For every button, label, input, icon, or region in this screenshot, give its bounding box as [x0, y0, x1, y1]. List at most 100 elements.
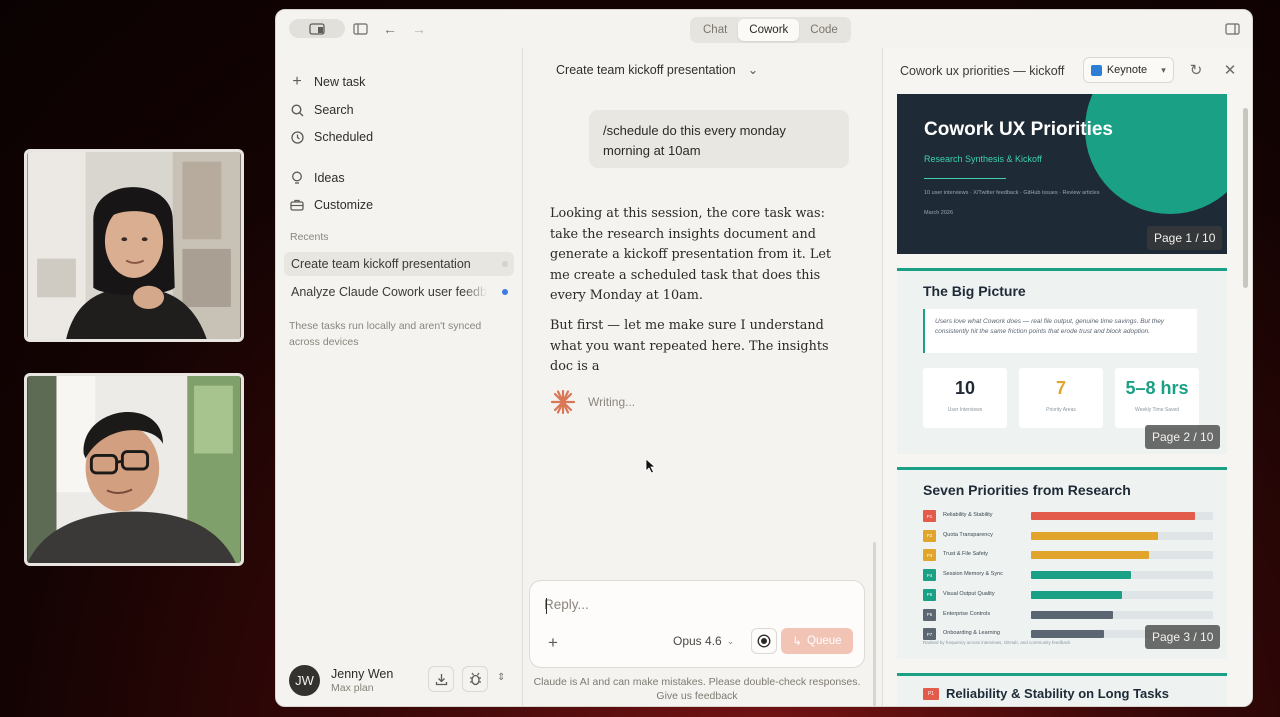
sidebar-toggle-button[interactable]: [351, 20, 369, 38]
debug-button[interactable]: [462, 666, 488, 692]
stat-label: Weekly Time Saved: [1134, 407, 1180, 413]
priority-row: P2 Quota Transparency: [923, 529, 1213, 542]
model-name: Opus 4.6: [673, 634, 722, 648]
priority-number: P6: [923, 608, 936, 621]
local-tasks-note: These tasks run locally and aren't synce…: [289, 320, 482, 348]
participant-1-video: [27, 152, 241, 339]
expand-menu-icon[interactable]: ⇕: [497, 672, 505, 683]
panel-toggle-button[interactable]: [1223, 20, 1241, 38]
clock-icon: [289, 129, 305, 145]
priority-row: P4 Session Memory & Sync: [923, 569, 1213, 582]
window-icon: [309, 22, 325, 35]
sidebar-item-label: Scheduled: [314, 130, 374, 144]
writing-indicator: Writing...: [550, 389, 635, 415]
slide-title: The Big Picture: [923, 283, 1026, 299]
priority-bar: [1031, 531, 1159, 540]
slide-subtitle: Research Synthesis & Kickoff: [924, 154, 1042, 164]
record-button[interactable]: [751, 628, 777, 654]
window-switcher-button[interactable]: [289, 19, 345, 38]
stat-card: 7 Priority Areas: [1019, 368, 1103, 428]
feedback-link[interactable]: Give us feedback: [523, 689, 871, 703]
queue-label: Queue: [807, 635, 842, 647]
stat-label: Priority Areas: [1046, 407, 1076, 413]
sidebar-item-search[interactable]: Search: [289, 99, 354, 121]
user-profile[interactable]: JW Jenny Wen Max plan ⇕: [289, 663, 514, 697]
slide-3[interactable]: Seven Priorities from Research P1 Reliabi…: [897, 467, 1227, 659]
record-icon: [757, 634, 771, 648]
priority-bar-track: [1031, 590, 1213, 599]
model-selector[interactable]: Opus 4.6 ⌄: [673, 634, 734, 648]
sidebar-item-label: Search: [314, 103, 354, 117]
chevron-down-icon: ⌄: [726, 635, 735, 646]
slide-date: March 2026: [924, 210, 954, 216]
conversation-title[interactable]: Create team kickoff presentation ⌄: [556, 62, 759, 78]
arrow-right-icon: →: [412, 21, 426, 37]
download-icon: [435, 673, 447, 685]
recent-task-label: Analyze Claude Cowork user feedback: [291, 285, 487, 299]
priority-bar: [1031, 590, 1122, 599]
slide-1[interactable]: Cowork UX Priorities Research Synthesis …: [897, 94, 1227, 254]
priority-number: P5: [923, 588, 936, 601]
download-button[interactable]: [428, 666, 454, 692]
plus-icon: +: [292, 73, 302, 90]
preview-scrollbar[interactable]: [1243, 108, 1248, 288]
mode-tab-cowork[interactable]: Cowork: [738, 19, 800, 41]
lightbulb-icon: [289, 170, 305, 186]
priority-bar: [1031, 610, 1113, 619]
close-preview-button[interactable]: ✕: [1221, 61, 1239, 79]
slide-2[interactable]: The Big Picture Users love what Cowork d…: [897, 268, 1227, 454]
priority-label: Session Memory & Sync: [943, 571, 1003, 578]
priority-tag: P1: [923, 688, 939, 700]
webcam-tile-participant-1: [24, 149, 244, 342]
sidebar-item-customize[interactable]: Customize: [289, 194, 373, 216]
sidebar-item-new-task[interactable]: + New task: [289, 71, 365, 93]
slide-title: Cowork UX Priorities: [924, 119, 1113, 140]
open-in-keynote-button[interactable]: Keynote: [1083, 57, 1155, 83]
chevron-down-icon: ⌄: [747, 63, 759, 77]
priority-row: P3 Trust & File Safety: [923, 549, 1213, 562]
sidebar-item-label: Ideas: [314, 171, 345, 185]
artifact-preview-panel: Cowork ux priorities — kickoff Keynote ▾…: [882, 48, 1252, 706]
page-indicator: Page 1 / 10: [1147, 226, 1223, 250]
recent-task-create-team-kickoff[interactable]: Create team kickoff presentation: [284, 252, 514, 276]
stat-card: 5–8 hrs Weekly Time Saved: [1115, 368, 1199, 428]
priority-label: Reliability & Stability: [943, 512, 993, 518]
close-icon: ✕: [1223, 62, 1237, 79]
recent-task-analyze-feedback[interactable]: Analyze Claude Cowork user feedback: [284, 280, 514, 304]
claude-app-window: ← → Chat Cowork Code + New task Search S…: [275, 9, 1253, 707]
stat-card: 10 User Interviews: [923, 368, 1007, 428]
priority-bar-track: [1031, 571, 1213, 580]
priority-number: P1: [923, 510, 936, 522]
priority-label: Quota Transparency: [943, 531, 993, 538]
assistant-message-paragraph: But first — let me make sure I understan…: [550, 318, 829, 374]
chat-panel: Create team kickoff presentation ⌄ /sche…: [523, 48, 882, 706]
sidebar-icon: [352, 23, 368, 35]
priority-label: Onboarding & Learning: [943, 630, 1000, 637]
chat-scrollbar[interactable]: [873, 542, 876, 706]
reply-input[interactable]: [544, 597, 824, 612]
mode-tab-chat[interactable]: Chat: [692, 19, 738, 41]
writing-status: Writing...: [588, 395, 636, 409]
export-options-button[interactable]: ▾: [1154, 57, 1174, 83]
sidebar-item-scheduled[interactable]: Scheduled: [289, 126, 373, 148]
back-button[interactable]: ←: [381, 20, 399, 38]
claude-spark-icon: [550, 389, 576, 415]
slide-footnote: Ranked by frequency across interviews, G…: [923, 640, 1071, 645]
refresh-button[interactable]: ↻: [1187, 61, 1205, 79]
reply-composer: + Opus 4.6 ⌄ ↳ Queue: [529, 580, 865, 668]
user-plan: Max plan: [331, 681, 374, 694]
mode-tab-code[interactable]: Code: [799, 19, 849, 41]
priority-bar: [1031, 512, 1195, 520]
divider: [924, 178, 1006, 179]
mouse-pointer-icon: [645, 458, 657, 474]
priority-row: P6 Enterprise Controls: [923, 608, 1213, 621]
mode-switcher: Chat Cowork Code: [690, 17, 851, 43]
slide-quote: Users love what Cowork does — real file …: [923, 309, 1197, 353]
queue-button[interactable]: ↳ Queue: [781, 628, 853, 654]
priority-bar-track: [1031, 531, 1213, 540]
add-attachment-button[interactable]: +: [548, 633, 558, 653]
priority-bar: [1031, 551, 1150, 560]
slide-4[interactable]: P1 Reliability & Stability on Long Tasks: [897, 673, 1227, 706]
forward-button[interactable]: →: [410, 20, 428, 38]
sidebar-item-ideas[interactable]: Ideas: [289, 167, 345, 189]
